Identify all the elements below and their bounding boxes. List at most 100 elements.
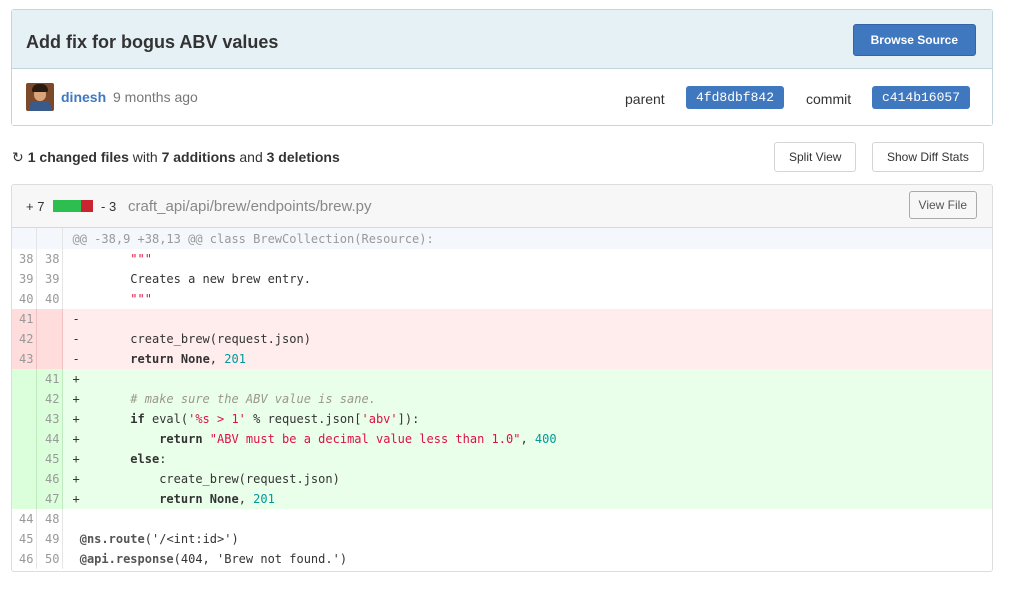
new-line-number[interactable]: 40 <box>36 289 63 309</box>
view-file-button[interactable]: View File <box>908 191 977 219</box>
split-view-button[interactable]: Split View <box>774 142 857 172</box>
author-link[interactable]: dinesh <box>61 89 106 105</box>
diff-table: @@ -38,9 +38,13 @@ class BrewCollection(… <box>12 228 992 569</box>
code-line: @api.response(404, 'Brew not found.') <box>62 549 992 569</box>
code-token: else <box>130 452 160 466</box>
old-line-number[interactable]: 44 <box>12 509 37 529</box>
code-token: + <box>72 412 131 426</box>
diff-summary: ↻ 1 changed files with 7 additions and 3 … <box>11 142 991 174</box>
hunk-header: @@ -38,9 +38,13 @@ class BrewCollection(… <box>62 228 992 249</box>
code-token: '%s > 1' <box>188 412 246 426</box>
commit-meta: dinesh 9 months ago parent 4fd8dbf842 co… <box>12 69 992 125</box>
new-line-number[interactable]: 47 <box>36 489 63 509</box>
code-line: + # make sure the ABV value is sane. <box>62 389 992 409</box>
diff-line-add: 45 + else: <box>12 449 992 469</box>
new-line-number[interactable] <box>36 349 63 369</box>
avatar[interactable] <box>26 83 54 111</box>
commit-sha-link[interactable]: c414b16057 <box>872 86 971 109</box>
new-line-number[interactable]: 46 <box>36 469 63 489</box>
code-token: @api.response <box>79 552 174 566</box>
code-line: Creates a new brew entry. <box>62 269 992 289</box>
diff-line-add: 41 + <box>12 369 992 389</box>
new-line-number[interactable]: 45 <box>36 449 63 469</box>
commit-header: Add fix for bogus ABV values Browse Sour… <box>11 9 993 126</box>
new-line-number[interactable]: 49 <box>36 529 63 549</box>
file-path: craft_api/api/brew/endpoints/brew.py <box>128 198 372 215</box>
code-token: 400 <box>534 432 557 446</box>
new-line-number[interactable]: 38 <box>36 249 63 269</box>
old-line-number[interactable]: 39 <box>12 269 37 289</box>
code-token: + <box>72 432 160 446</box>
code-token: @ns.route <box>79 532 145 546</box>
code-line: + return None, 201 <box>62 489 992 509</box>
browse-source-button[interactable]: Browse Source <box>852 24 976 56</box>
code-token: if <box>130 412 145 426</box>
code-token: ]): <box>397 412 420 426</box>
code-line: """ <box>62 289 992 309</box>
old-line-number[interactable] <box>12 409 37 429</box>
commit-title: Add fix for bogus ABV values <box>26 32 279 52</box>
diff-line-ctx: 46 50 @api.response(404, 'Brew not found.… <box>12 549 992 569</box>
old-line-number[interactable]: 45 <box>12 529 37 549</box>
code-token: """ <box>130 292 152 306</box>
diff-line-add: 43 + if eval('%s > 1' % request.json['abv… <box>12 409 992 429</box>
code-token: return <box>159 432 203 446</box>
file-diff: + 7 - 3 craft_api/api/brew/endpoints/bre… <box>11 184 993 572</box>
old-line-number[interactable] <box>12 449 37 469</box>
old-line-number[interactable]: 43 <box>12 349 37 369</box>
new-line-number[interactable]: 41 <box>36 369 63 389</box>
code-token: # make sure the ABV value is sane. <box>130 392 376 406</box>
new-line-number[interactable] <box>36 309 63 329</box>
old-line-number[interactable]: 41 <box>12 309 37 329</box>
diff-line-add: 42 + # make sure the ABV value is sane. <box>12 389 992 409</box>
old-line-number[interactable] <box>12 469 37 489</box>
diff-summary-text: ↻ 1 changed files with 7 additions and 3 … <box>12 149 340 166</box>
old-line-number[interactable]: 46 <box>12 549 37 569</box>
diff-stat-add <box>53 200 81 212</box>
code-token: + <box>72 372 80 386</box>
code-line: - <box>62 309 992 329</box>
old-line-number[interactable] <box>12 489 37 509</box>
sync-icon: ↻ <box>12 149 24 165</box>
code-token: None <box>209 492 239 506</box>
code-token: return <box>130 352 174 366</box>
code-token: - <box>72 312 80 326</box>
code-token: 201 <box>253 492 275 506</box>
old-line-number[interactable]: 40 <box>12 289 37 309</box>
code-token: : <box>159 452 167 466</box>
diff-line-ctx: 45 49 @ns.route('/<int:id>') <box>12 529 992 549</box>
code-line: + create_brew(request.json) <box>62 469 992 489</box>
old-line-number[interactable]: 42 <box>12 329 37 349</box>
new-line-number[interactable]: 48 <box>36 509 63 529</box>
new-line-number[interactable]: 44 <box>36 429 63 449</box>
code-line: """ <box>62 249 992 269</box>
code-token: % request.json[ <box>245 412 362 426</box>
code-token: ('/<int:id>') <box>144 532 239 546</box>
old-line-number[interactable] <box>12 389 37 409</box>
files-changed: 1 changed files <box>27 149 129 165</box>
diff-line-add: 44 + return "ABV must be a decimal value … <box>12 429 992 449</box>
show-diff-stats-button[interactable]: Show Diff Stats <box>872 142 984 172</box>
new-line-number[interactable]: 43 <box>36 409 63 429</box>
new-line-number[interactable]: 39 <box>36 269 63 289</box>
code-token: 201 <box>224 352 246 366</box>
diff-line-del: 41 - <box>12 309 992 329</box>
commit-title-bar: Add fix for bogus ABV values Browse Sour… <box>12 10 992 69</box>
old-line-number[interactable]: 38 <box>12 249 37 269</box>
new-line-number[interactable]: 42 <box>36 389 63 409</box>
code-token: , <box>520 432 535 446</box>
old-line-number[interactable] <box>12 369 37 389</box>
code-token: , <box>209 352 225 366</box>
code-token: + create_brew(request.json) <box>72 472 340 486</box>
new-line-number[interactable]: 50 <box>36 549 63 569</box>
code-token: eval( <box>144 412 189 426</box>
parent-sha-link[interactable]: 4fd8dbf842 <box>686 86 785 109</box>
old-line-number[interactable] <box>12 429 37 449</box>
code-line: - create_brew(request.json) <box>62 329 992 349</box>
code-token: + <box>72 452 131 466</box>
new-line-number[interactable] <box>36 329 63 349</box>
